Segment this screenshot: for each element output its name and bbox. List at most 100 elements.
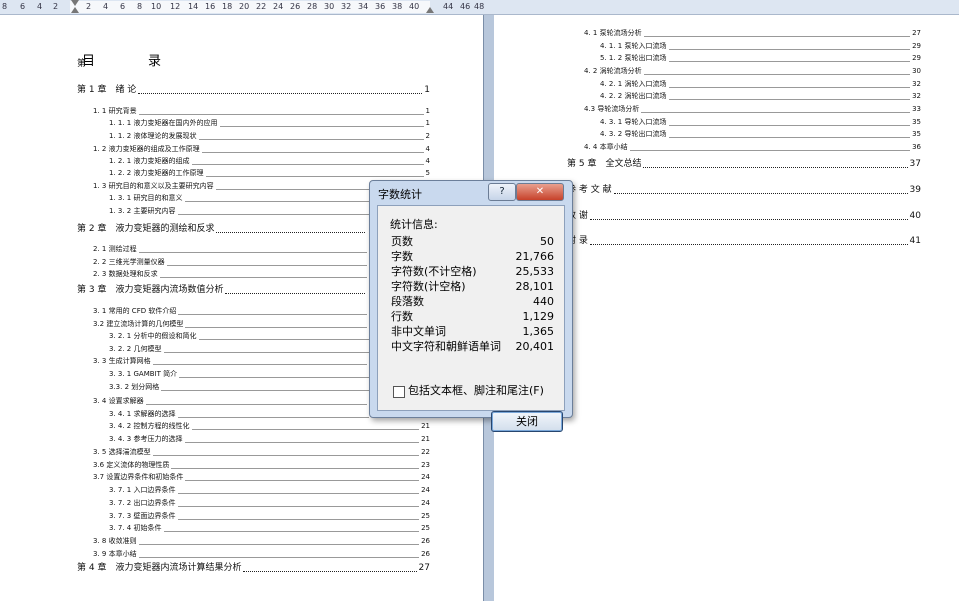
toc-entry[interactable]: 3. 7. 4 初始条件 25 [109,522,430,534]
toc-leader [668,87,911,88]
toc-entry[interactable]: 3. 1 常用的 CFD 软件介绍 [93,305,369,317]
toc-entry[interactable]: 4. 3. 2 导轮出口流场 35 [600,128,921,140]
toc-entry[interactable]: 1. 1. 1 液力变矩器在国内外的应用 1 [109,117,430,129]
toc-entry[interactable]: 1. 1 研究背景 1 [93,105,430,117]
stat-value: 440 [533,295,554,308]
help-button[interactable]: ? [488,183,516,201]
toc-entry-text: 4. 2. 1 涡轮入口流场 [600,80,667,88]
toc-entry[interactable]: 3. 7. 2 出口边界条件 24 [109,497,430,509]
include-textboxes-label[interactable]: 包括文本框、脚注和尾注(F) [408,382,544,398]
ruler-tick-label: 44 [443,2,454,11]
toc-entry[interactable]: 第 1 章 绪 论 1 [77,83,430,97]
toc-entry[interactable]: 1. 2 液力变矩器的组成及工作原理 4 [93,143,430,155]
toc-entry-page: 22 [421,448,430,456]
toc-entry-page: 30 [912,67,921,75]
toc-entry[interactable]: 3. 8 收敛准则 26 [93,535,430,547]
word-count-dialog[interactable]: 字数统计 ? ✕ 统计信息: 页数 50 字数 21,766 字符数(不计空格) 25,5… [369,180,573,432]
toc-entry[interactable]: 3. 5 选择湍流模型 22 [93,446,430,458]
toc-entry[interactable]: 3.6 定义流体的物理性质 23 [93,459,430,471]
close-icon[interactable]: ✕ [516,183,564,201]
toc-entry[interactable]: 4. 4 本章小结 36 [584,141,921,153]
toc-entry[interactable]: 3.7 设置边界条件和初始条件 24 [93,471,430,483]
ruler-tick-label: 30 [324,2,335,11]
toc-leader [198,139,424,140]
close-dialog-button[interactable]: 关闭 [491,411,563,432]
toc-entry[interactable]: 3.2 建立流场计算的几何模型 [93,318,369,330]
stat-label: 字符数(计空格) [391,280,466,293]
toc-entry[interactable]: 3. 9 本章小结 26 [93,548,430,560]
toc-entry[interactable]: 4. 2. 1 涡轮入口流场 32 [600,78,921,90]
toc-entry[interactable]: 3.3. 2 划分网格 [109,381,371,393]
toc-leader [185,480,420,481]
toc-entry[interactable]: 1. 3. 2 主要研究内容 [109,205,373,217]
stat-row: 字符数(计空格) 28,101 [391,279,557,294]
toc-entry[interactable]: 3. 7. 1 入口边界条件 24 [109,484,430,496]
toc-leader [145,404,367,405]
stat-value: 1,365 [522,325,555,338]
toc-leader [668,49,911,50]
toc-entry[interactable]: 4. 1. 1 泵轮入口流场 29 [600,40,921,52]
toc-leader [177,214,371,215]
toc-entry[interactable]: 3. 7. 3 壁面边界条件 25 [109,510,430,522]
ruler-tick-label: 6 [120,2,126,11]
toc-entry[interactable]: 3. 4 设置求解器 [93,395,369,407]
first-line-indent-marker[interactable] [71,0,79,6]
stat-value: 20,401 [515,340,555,353]
stat-label: 页数 [391,235,413,248]
horizontal-ruler[interactable]: 8 6 4 2 2 4 6 8 10 12 14 16 18 20 22 24 26 28 30 32 34 36 38 40… [0,0,959,15]
toc-entry[interactable]: 3. 2. 1 分析中的假设和简化 [109,330,371,342]
right-indent-marker[interactable] [426,7,434,13]
toc-entry-page: 33 [912,105,921,113]
toc-entry[interactable]: 4. 3. 1 导轮入口流场 35 [600,116,921,128]
ruler-tick-label: 12 [170,2,181,11]
toc-entry[interactable]: 附 录 41 [567,234,921,248]
toc-entry-page: 4 [425,157,430,165]
toc-entry-text: 3. 7. 4 初始条件 [109,524,162,532]
toc-entry[interactable]: 3. 4. 1 求解器的选择 [109,408,371,420]
toc-entry[interactable]: 3. 3 生成计算网格 [93,355,369,367]
toc-entry[interactable]: 4.3 导轮流场分析 33 [584,103,921,115]
toc-entry-text: 5. 1. 2 泵轮出口流场 [600,54,667,62]
toc-entry-text: 3. 5 选择湍流模型 [93,448,151,456]
toc-entry[interactable]: 1. 2. 2 液力变矩器的工作原理 5 [109,167,430,179]
toc-entry[interactable]: 3. 4. 2 控制方程的线性化 21 [109,420,430,432]
toc-entry[interactable]: 4. 2 涡轮流场分析 30 [584,65,921,77]
ruler-tick-label: 28 [307,2,318,11]
toc-entry[interactable]: 致 谢 40 [567,209,921,223]
toc-leader [159,277,367,278]
ruler-tick-label: 36 [375,2,386,11]
toc-leader [643,36,911,37]
toc-entry[interactable]: 3. 2. 2 几何模型 [109,343,371,355]
ruler-tick-label: 16 [205,2,216,11]
toc-entry-text: 3. 4. 3 参考压力的选择 [109,435,183,443]
toc-entry[interactable]: 1. 1. 2 液体理论的发展现状 2 [109,130,430,142]
left-indent-marker[interactable] [71,7,79,13]
toc-entry-text: 3. 4. 1 求解器的选择 [109,410,176,418]
toc-entry[interactable]: 第 5 章 全文总结 37 [567,157,921,171]
toc-leader [216,232,365,233]
toc-entry[interactable]: 1. 3. 1 研究目的和意义 [109,192,373,204]
toc-entry-text: 第 2 章 液力变矩器的测绘和反求 [77,224,215,234]
toc-entry[interactable]: 1. 2. 1 液力变矩器的组成 4 [109,155,430,167]
toc-entry[interactable]: 1. 3 研究目的和意义以及主要研究内容 [93,180,373,192]
toc-entry[interactable]: 2. 3 数据处理和反求 [93,268,369,280]
toc-entry[interactable]: 3. 3. 1 GAMBIT 简介 [109,368,371,380]
toc-entry-text: 3. 2. 2 几何模型 [109,345,162,353]
toc-entry[interactable]: 第 4 章 液力变矩器内流场计算结果分析 27 [77,561,430,575]
toc-entry[interactable]: 2. 2 三维光学测量仪器 [93,256,369,268]
toc-leader [138,544,420,545]
toc-entry[interactable]: 3. 4. 3 参考压力的选择 21 [109,433,430,445]
stat-label: 中文字符和朝鲜语单词 [391,340,501,353]
toc-entry[interactable]: 第 2 章 液力变矩器的测绘和反求 [77,222,367,236]
toc-entry[interactable]: 4. 1 泵轮流场分析 27 [584,27,921,39]
toc-leader [668,137,911,138]
toc-entry[interactable]: 5. 1. 2 泵轮出口流场 29 [600,52,921,64]
toc-entry[interactable]: 第 3 章 液力变矩器内流场数值分析 [77,283,367,297]
toc-entry[interactable]: 参 考 文 献 39 [567,183,921,197]
include-textboxes-checkbox[interactable] [393,386,405,398]
toc-entry[interactable]: 4. 2. 2 涡轮出口流场 32 [600,90,921,102]
stat-value: 25,533 [515,265,555,278]
toc-entry-page: 32 [912,80,921,88]
toc-leader [177,417,369,418]
toc-entry[interactable]: 2. 1 测绘过程 [93,243,369,255]
